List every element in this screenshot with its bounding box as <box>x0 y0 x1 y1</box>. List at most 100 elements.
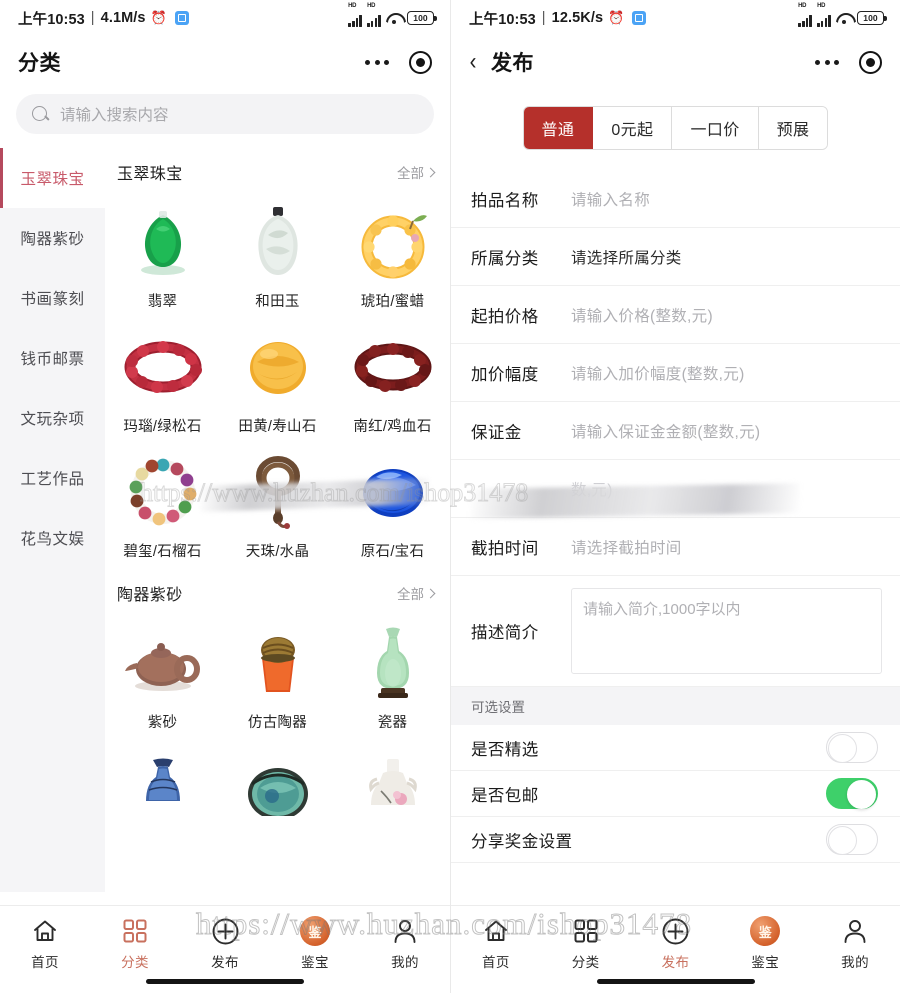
grid-item[interactable]: 玛瑙/绿松石 <box>105 319 220 444</box>
alarm-icon: ⏰ <box>608 10 625 25</box>
target-icon[interactable] <box>859 50 882 74</box>
grid-item-label: 琥珀/蜜蜡 <box>360 294 425 310</box>
grid-item[interactable]: 翡翠 <box>105 194 220 319</box>
grid-item-label: 玛瑙/绿松石 <box>123 419 202 435</box>
setting-share-bonus[interactable]: 分享奖金设置 <box>451 817 900 863</box>
field-end-time[interactable]: 截拍时间 请选择截拍时间 <box>451 518 900 576</box>
grid-item[interactable] <box>105 740 220 844</box>
tab-publish[interactable]: 发布 <box>631 916 721 971</box>
grid-item[interactable]: 仿古陶器 <box>220 615 335 740</box>
field-label: 描述简介 <box>471 624 539 642</box>
field-label: 保证金 <box>471 423 522 442</box>
tab-home[interactable]: 首页 <box>451 916 541 971</box>
more-dots-icon[interactable] <box>365 59 389 65</box>
status-time: 上午10:53 <box>469 11 536 28</box>
grid-item[interactable]: 紫砂 <box>105 615 220 740</box>
grid-item[interactable]: 天珠/水晶 <box>220 444 335 569</box>
tab-label: 我的 <box>841 955 869 970</box>
gem-appraisal-icon: 鉴 <box>300 916 330 946</box>
tab-category[interactable]: 分类 <box>541 916 631 971</box>
sidebar-item-qianbi[interactable]: 钱币邮票 <box>0 328 105 388</box>
battery-icon: 100 <box>407 11 437 25</box>
page-title: 发布 <box>491 52 534 75</box>
free-shipping-toggle[interactable] <box>826 778 878 809</box>
field-value: 请输入名称 <box>571 191 651 209</box>
grid-item[interactable]: 瓷器 <box>335 615 450 740</box>
tab-appraisal[interactable]: 鉴 鉴宝 <box>720 916 810 971</box>
field-label: 截拍时间 <box>471 539 539 558</box>
blue-white-vase-icon <box>121 746 205 830</box>
sidebar-item-huaniao[interactable]: 花鸟文娱 <box>0 508 105 568</box>
status-bar-right: 上午10:53 | 12.5K/s ⏰ HD HD 100 <box>451 0 900 36</box>
chevron-left-icon[interactable]: ‹ <box>470 50 477 74</box>
grid-item[interactable]: 南红/鸡血石 <box>335 319 450 444</box>
tab-label: 鉴宝 <box>751 955 780 970</box>
field-description[interactable]: 描述简介 请输入简介,1000字以内 <box>451 576 900 687</box>
tab-appraisal[interactable]: 鉴 鉴宝 <box>270 916 360 971</box>
celadon-vase-icon <box>351 621 435 705</box>
field-category[interactable]: 所属分类 请选择所属分类 <box>451 228 900 286</box>
section-view-all-link[interactable]: 全部 <box>397 162 436 182</box>
sidebar-item-gongyi[interactable]: 工艺作品 <box>0 448 105 508</box>
grid-item[interactable] <box>220 740 335 844</box>
search-input[interactable]: 请输入搜索内容 <box>16 94 434 134</box>
tab-preview[interactable]: 预展 <box>758 107 828 149</box>
grid-item-label: 瓷器 <box>377 715 408 731</box>
status-left-group: 上午10:53 | 4.1M/s ⏰ <box>18 8 189 29</box>
home-indicator <box>146 979 304 984</box>
sidebar-item-label: 玉翠珠宝 <box>20 171 85 188</box>
signal-icon-2: HD <box>367 3 381 27</box>
field-bid-increment[interactable]: 加价幅度 请输入加价幅度(整数,元) <box>451 344 900 402</box>
target-icon[interactable] <box>409 50 432 74</box>
tab-home[interactable]: 首页 <box>0 916 90 971</box>
more-dots-icon[interactable] <box>815 59 839 65</box>
sidebar-item-label: 花鸟文娱 <box>20 531 85 548</box>
field-start-price[interactable]: 起拍价格 请输入价格(整数,元) <box>451 286 900 344</box>
nav-bar-left: 分类 <box>0 36 450 88</box>
grid-item[interactable] <box>335 740 450 844</box>
field-deposit[interactable]: 保证金 请输入保证金金额(整数,元) <box>451 402 900 460</box>
setting-featured[interactable]: 是否精选 <box>451 725 900 771</box>
plus-circle-icon <box>662 916 689 946</box>
grid-item-label: 南红/鸡血石 <box>353 419 432 435</box>
grid-item[interactable]: 碧玺/石榴石 <box>105 444 220 569</box>
tab-publish[interactable]: 发布 <box>180 916 270 971</box>
sidebar-item-taoqi[interactable]: 陶器紫砂 <box>0 208 105 268</box>
share-bonus-toggle[interactable] <box>826 824 878 855</box>
grid-item[interactable]: 田黄/寿山石 <box>220 319 335 444</box>
gem-badge: 鉴 <box>750 916 781 946</box>
section-header-pottery: 陶器紫砂 全部 <box>105 569 450 615</box>
field-item-name[interactable]: 拍品名称 请输入名称 <box>451 170 900 228</box>
tab-zero-start[interactable]: 0元起 <box>593 107 673 149</box>
tab-mine[interactable]: 我的 <box>810 916 900 971</box>
field-value: 数,元) <box>571 481 613 499</box>
grid-item[interactable]: 琥珀/蜜蜡 <box>335 194 450 319</box>
amber-bracelet-icon <box>351 200 435 284</box>
grid-icon <box>123 916 147 946</box>
product-grid-pottery: 紫砂 仿古陶器 瓷器 <box>105 615 450 844</box>
section-view-all-link[interactable]: 全部 <box>397 583 436 603</box>
search-area: 请输入搜索内容 <box>0 88 450 148</box>
field-obscured[interactable]: 数,元) <box>451 460 900 518</box>
wifi-icon <box>836 12 852 25</box>
battery-icon: 100 <box>857 11 887 25</box>
field-value: 请输入加价幅度(整数,元) <box>571 365 745 383</box>
description-textarea[interactable]: 请输入简介,1000字以内 <box>571 588 882 674</box>
sidebar-item-yucui[interactable]: 玉翠珠宝 <box>0 148 105 208</box>
zisha-teapot-icon <box>121 621 205 705</box>
tab-mine[interactable]: 我的 <box>360 916 450 971</box>
grid-item[interactable]: 原石/宝石 <box>335 444 450 569</box>
setting-free-shipping[interactable]: 是否包邮 <box>451 771 900 817</box>
shoushan-stone-icon <box>236 325 320 409</box>
tab-category[interactable]: 分类 <box>90 916 180 971</box>
sidebar-item-wenwan[interactable]: 文玩杂项 <box>0 388 105 448</box>
tab-fixed-price[interactable]: 一口价 <box>672 107 759 149</box>
search-placeholder: 请输入搜索内容 <box>60 107 169 124</box>
grid-item[interactable]: 和田玉 <box>220 194 335 319</box>
category-body: 玉翠珠宝 陶器紫砂 书画篆刻 钱币邮票 文玩杂项 工艺作品 花鸟文娱 玉翠珠宝 … <box>0 148 450 892</box>
wifi-icon <box>386 12 402 25</box>
sidebar-item-shuhua[interactable]: 书画篆刻 <box>0 268 105 328</box>
featured-toggle[interactable] <box>826 732 878 763</box>
tab-normal[interactable]: 普通 <box>523 107 594 149</box>
segmented-control: 普通 0元起 一口价 预展 <box>522 106 829 150</box>
